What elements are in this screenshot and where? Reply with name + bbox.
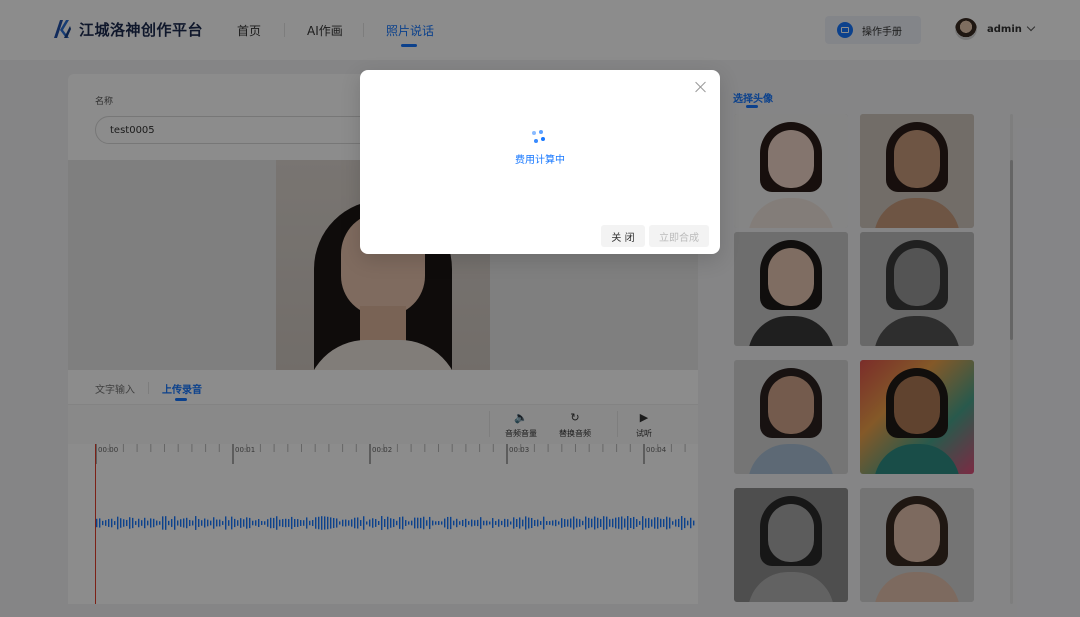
synthesize-now-button: 立即合成 xyxy=(649,225,709,247)
loading-spinner-icon xyxy=(531,130,549,148)
cost-calculation-dialog: 费用计算中 关 闭 立即合成 xyxy=(360,70,720,254)
close-icon[interactable] xyxy=(694,80,708,94)
calculating-status-text: 费用计算中 xyxy=(515,155,565,166)
close-button[interactable]: 关 闭 xyxy=(601,225,645,247)
